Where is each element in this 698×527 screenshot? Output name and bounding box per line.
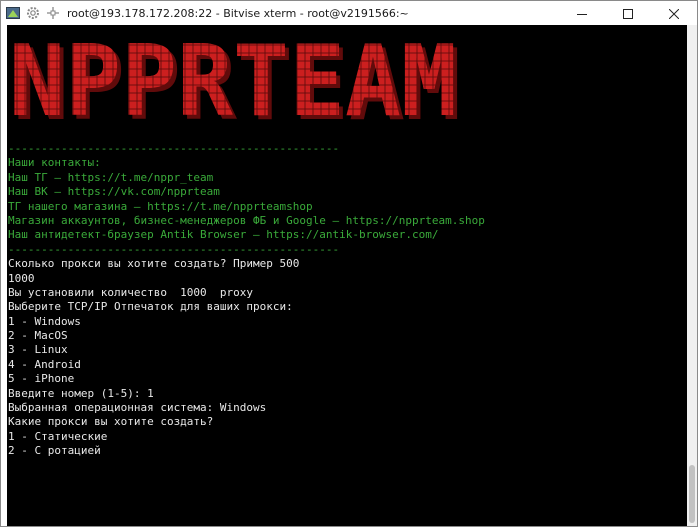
info-selected-os: Выбранная операционная система: Windows <box>8 401 267 415</box>
contact-shop-site: Магазин аккаунтов, бизнес-менеджеров ФБ … <box>8 213 485 227</box>
option-macos: 2 - MacOS <box>8 329 68 343</box>
gear-icon[interactable] <box>25 5 41 21</box>
option-iphone: 5 - iPhone <box>8 372 75 386</box>
option-static: 1 - Статические <box>8 429 108 443</box>
option-rotating: 2 - С ротацией <box>8 444 101 458</box>
minimize-icon <box>577 4 587 23</box>
maximize-button[interactable] <box>605 1 651 25</box>
contact-vk: Наш ВК — https://vk.com/npprteam <box>8 185 220 199</box>
contacts-heading: Наши контакты: <box>8 156 101 170</box>
maximize-icon <box>623 4 633 23</box>
input-os-number: Введите номер (1-5): 1 <box>8 386 154 400</box>
divider-line: ----------------------------------------… <box>8 242 340 256</box>
prompt-fingerprint: Выберите TCP/IP Отпечаток для ваших прок… <box>8 300 293 314</box>
title-bar[interactable]: root@193.178.172.208:22 - Bitvise xterm … <box>1 1 697 25</box>
window-title: root@193.178.172.208:22 - Bitvise xterm … <box>67 6 409 20</box>
prompt-proxy-count: Сколько прокси вы хотите создать? Пример… <box>8 257 300 271</box>
terminal-lines: ----------------------------------------… <box>8 142 485 459</box>
contact-antik-browser: Наш антидетект-браузер Antik Browser — h… <box>8 228 439 242</box>
ascii-banner: NPPRTEAM NPPRTEAM <box>9 25 469 143</box>
move-icon[interactable] <box>45 5 61 21</box>
input-proxy-count: 1000 <box>8 271 35 285</box>
banner-text: NPPRTEAM <box>9 37 457 129</box>
option-linux: 3 - Linux <box>8 343 68 357</box>
close-button[interactable] <box>651 1 697 25</box>
option-android: 4 - Android <box>8 357 81 371</box>
bitvise-app-icon[interactable] <box>5 5 21 21</box>
terminal-window: root@193.178.172.208:22 - Bitvise xterm … <box>0 0 698 527</box>
close-icon <box>668 4 680 23</box>
info-proxy-count: Вы установили количество 1000 proxy <box>8 285 254 299</box>
scrollbar-thumb[interactable] <box>689 465 695 523</box>
minimize-button[interactable] <box>559 1 605 25</box>
terminal-output[interactable]: NPPRTEAM NPPRTEAM ----------------------… <box>7 25 687 526</box>
contact-telegram: Наш ТГ — https://t.me/nppr_team <box>8 170 214 184</box>
option-windows: 1 - Windows <box>8 314 81 328</box>
divider-line: ----------------------------------------… <box>8 142 340 155</box>
contact-shop-telegram: ТГ нашего магазина — https://t.me/npprte… <box>8 199 313 213</box>
prompt-proxy-type: Какие прокси вы хотите создать? <box>8 415 214 429</box>
vertical-scrollbar[interactable] <box>687 25 697 526</box>
